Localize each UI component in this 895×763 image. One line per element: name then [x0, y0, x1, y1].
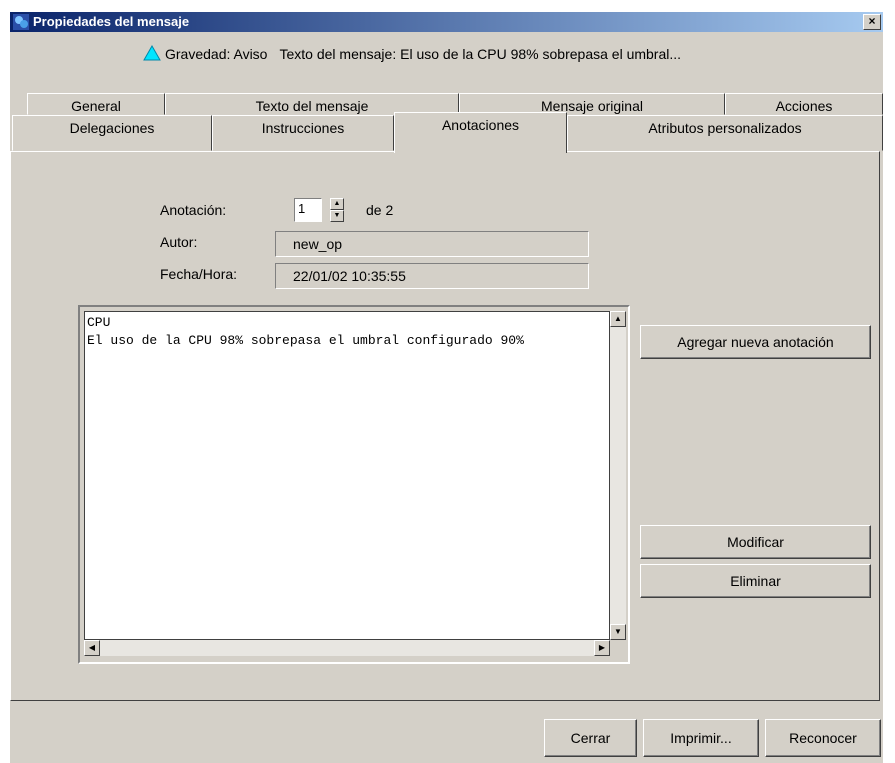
tab-atributos-personalizados[interactable]: Atributos personalizados [567, 115, 883, 151]
delete-button[interactable]: Eliminar [640, 564, 871, 598]
tab-general[interactable]: General [27, 93, 165, 115]
title-bar[interactable]: Propiedades del mensaje × [10, 12, 883, 32]
message-summary: Gravedad: Aviso Texto del mensaje: El uso… [143, 45, 681, 62]
app-icon [13, 14, 29, 30]
author-field: new_op [275, 231, 589, 257]
print-button[interactable]: Imprimir... [643, 719, 759, 757]
annotation-index-input[interactable]: 1 [294, 198, 322, 222]
scroll-left-icon[interactable]: ◀ [84, 640, 100, 656]
add-annotation-button[interactable]: Agregar nueva anotación [640, 325, 871, 359]
annotation-text-frame: CPU El uso de la CPU 98% sobrepasa el um… [78, 305, 630, 664]
spin-down-icon[interactable]: ▼ [330, 210, 344, 222]
modify-button[interactable]: Modificar [640, 525, 871, 559]
datetime-field: 22/01/02 10:35:55 [275, 263, 589, 289]
acknowledge-button[interactable]: Reconocer [765, 719, 881, 757]
datetime-label: Fecha/Hora: [160, 266, 238, 282]
vertical-scrollbar[interactable]: ▲ ▼ [610, 311, 626, 640]
close-icon[interactable]: × [863, 14, 881, 30]
scroll-right-icon[interactable]: ▶ [594, 640, 610, 656]
tab-acciones[interactable]: Acciones [725, 93, 883, 115]
annotation-total: de 2 [366, 202, 394, 218]
annotation-text-area[interactable]: CPU El uso de la CPU 98% sobrepasa el um… [84, 311, 610, 640]
tab-instrucciones[interactable]: Instrucciones [212, 115, 394, 151]
message-properties-window: Propiedades del mensaje × Gravedad: Avis… [10, 12, 883, 763]
author-label: Autor: [160, 234, 198, 250]
scroll-down-icon[interactable]: ▼ [610, 624, 626, 640]
annotation-spinner[interactable]: ▲ ▼ [330, 198, 344, 222]
close-button[interactable]: Cerrar [544, 719, 637, 757]
warning-triangle-icon [143, 45, 161, 61]
horizontal-scrollbar[interactable]: ◀ ▶ [84, 640, 610, 656]
spin-up-icon[interactable]: ▲ [330, 198, 344, 210]
tab-delegaciones[interactable]: Delegaciones [12, 115, 212, 151]
severity-text: Gravedad: Aviso [165, 46, 268, 62]
scroll-up-icon[interactable]: ▲ [610, 311, 626, 327]
annotation-label: Anotación: [160, 202, 227, 218]
message-text: Texto del mensaje: El uso de la CPU 98% … [279, 46, 682, 62]
scroll-corner [610, 640, 626, 656]
window-title: Propiedades del mensaje [33, 14, 190, 29]
tab-anotaciones[interactable]: Anotaciones [394, 112, 567, 153]
